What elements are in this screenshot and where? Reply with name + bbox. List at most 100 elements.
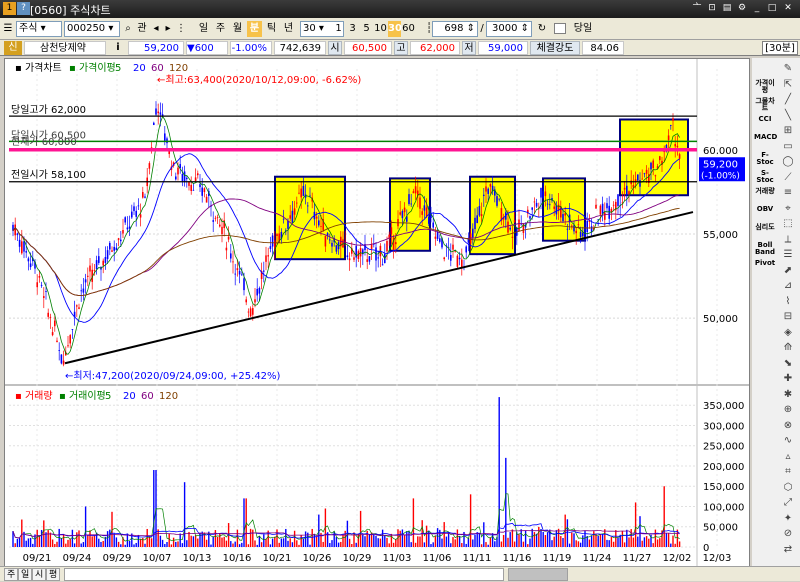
draw-tool-icon[interactable]: ◯ bbox=[780, 155, 796, 169]
indicator-2[interactable]: CCI bbox=[754, 116, 776, 123]
prev-arrow-icon[interactable]: ◂ bbox=[150, 21, 162, 37]
volume-bar bbox=[522, 541, 525, 547]
volume-y-tick: 200,000 bbox=[703, 462, 744, 473]
draw-tool-icon[interactable]: ⊟ bbox=[780, 310, 796, 324]
draw-tool-icon[interactable]: ⬡ bbox=[780, 481, 796, 495]
draw-tool-icon[interactable]: ⌇ bbox=[780, 295, 796, 309]
draw-tool-icon[interactable]: ⊞ bbox=[780, 124, 796, 138]
open-price: 60,500 bbox=[344, 41, 392, 55]
draw-tool-icon[interactable]: ▭ bbox=[780, 140, 796, 154]
draw-tool-icon[interactable]: ⟋ bbox=[780, 171, 796, 185]
period-tab-4[interactable]: 틱 bbox=[264, 21, 279, 37]
minimize-icon[interactable]: _ bbox=[750, 2, 764, 15]
draw-tool-icon[interactable]: ∿ bbox=[780, 434, 796, 448]
next-arrow-icon[interactable]: ▸ bbox=[162, 21, 174, 37]
draw-tool-icon[interactable]: ☰ bbox=[780, 248, 796, 262]
indicator-3[interactable]: MACD bbox=[754, 134, 777, 141]
quick-interval-5[interactable]: 5 bbox=[360, 21, 373, 37]
quick-interval-1[interactable]: 1 bbox=[332, 21, 345, 37]
period-tab-3[interactable]: 분 bbox=[247, 21, 262, 37]
print-icon[interactable]: ▤ bbox=[720, 2, 734, 15]
candle-body bbox=[458, 257, 461, 260]
scroll-track[interactable] bbox=[64, 568, 504, 581]
status-tab-3[interactable]: 평 bbox=[46, 568, 61, 581]
split-icon[interactable]: ⋮ bbox=[176, 21, 186, 37]
candle-body bbox=[131, 211, 133, 218]
draw-tool-icon[interactable]: ⊘ bbox=[780, 527, 796, 541]
quick-interval-30[interactable]: 30 bbox=[388, 21, 402, 37]
close-icon[interactable]: ✕ bbox=[781, 2, 795, 15]
draw-tool-icon[interactable]: ⟰ bbox=[780, 341, 796, 355]
market-select[interactable]: 주식 ▾ bbox=[16, 21, 62, 37]
draw-tool-icon[interactable]: ⊗ bbox=[780, 419, 796, 433]
period-tab-2[interactable]: 월 bbox=[230, 21, 245, 37]
draw-tool-icon[interactable]: ⬊ bbox=[780, 357, 796, 371]
draw-tool-icon[interactable]: ⬈ bbox=[780, 264, 796, 278]
relation-button[interactable]: 관 bbox=[135, 21, 149, 37]
chart-svg[interactable]: 60,000 55,000 50,000 350,000 300,000 250,000 2… bbox=[5, 59, 749, 569]
indicator-4[interactable]: F-Stoc bbox=[754, 152, 776, 166]
draw-tool-icon[interactable]: ◈ bbox=[780, 326, 796, 340]
draw-tool-icon[interactable]: ⊿ bbox=[780, 279, 796, 293]
volume-bar bbox=[476, 532, 478, 547]
display-count-input[interactable]: 698 ⇕ bbox=[432, 21, 478, 37]
draw-tool-icon[interactable]: ✚ bbox=[780, 372, 796, 386]
draw-tool-icon[interactable]: ⇄ bbox=[780, 543, 796, 557]
quick-interval-3[interactable]: 3 bbox=[346, 21, 359, 37]
settings-icon[interactable]: ⚙ bbox=[735, 2, 749, 15]
draw-tool-icon[interactable]: ✦ bbox=[780, 512, 796, 526]
period-tab-5[interactable]: 년 bbox=[281, 21, 296, 37]
candle-body bbox=[14, 224, 16, 236]
period-tab-0[interactable]: 일 bbox=[196, 21, 211, 37]
scroll-thumb[interactable] bbox=[508, 568, 568, 581]
draw-tool-icon[interactable]: ▵ bbox=[780, 450, 796, 464]
link-icon[interactable]: ⊡ bbox=[705, 2, 719, 15]
quick-interval-60[interactable]: 60 bbox=[402, 21, 415, 37]
indicator-9[interactable]: Boll Band bbox=[754, 242, 776, 256]
draw-tool-icon[interactable]: ⇱ bbox=[780, 78, 796, 92]
volume-bar bbox=[232, 543, 234, 547]
draw-tool-icon[interactable]: ≡ bbox=[780, 186, 796, 200]
indicator-1[interactable]: 그물차트 bbox=[754, 98, 776, 112]
candle-body bbox=[40, 284, 43, 286]
draw-tool-icon[interactable]: ╲ bbox=[780, 109, 796, 123]
indicator-5[interactable]: S-Stoc bbox=[754, 170, 776, 184]
indicator-7[interactable]: OBV bbox=[754, 206, 776, 213]
list-icon[interactable]: ☰ bbox=[2, 21, 14, 37]
candle-body bbox=[157, 111, 159, 114]
volume-bar bbox=[518, 534, 520, 547]
maximize-icon[interactable]: □ bbox=[765, 2, 779, 15]
chart-area[interactable]: 60,000 55,000 50,000 350,000 300,000 250,000 2… bbox=[4, 58, 750, 570]
draw-tool-icon[interactable]: ⌗ bbox=[780, 465, 796, 479]
volume-bar bbox=[617, 537, 619, 547]
stock-code-input[interactable]: 000250 ▾ bbox=[64, 21, 120, 37]
indicator-10[interactable]: Pivot bbox=[754, 260, 776, 267]
candle-body bbox=[192, 189, 195, 191]
info-button[interactable]: i bbox=[112, 41, 124, 55]
draw-tool-icon[interactable]: ╱ bbox=[780, 93, 796, 107]
total-count-input[interactable]: 3000 ⇕ bbox=[486, 21, 532, 37]
search-icon[interactable]: ⌕ bbox=[122, 21, 134, 37]
refresh-icon[interactable]: ↻ bbox=[536, 21, 548, 37]
draw-tool-icon[interactable]: ✱ bbox=[780, 388, 796, 402]
volume-bar bbox=[456, 529, 459, 547]
indicator-6[interactable]: 거래량 bbox=[754, 188, 776, 195]
status-tab-2[interactable]: 시 bbox=[32, 568, 47, 581]
draw-tool-icon[interactable]: ⊕ bbox=[780, 403, 796, 417]
quick-interval-10[interactable]: 10 bbox=[374, 21, 387, 37]
pin-icon[interactable]: 亠 bbox=[690, 2, 704, 15]
status-tab-0[interactable]: 주 bbox=[4, 568, 19, 581]
credit-badge: 신 bbox=[4, 41, 22, 55]
indicator-0[interactable]: 가격이평 bbox=[754, 80, 776, 94]
today-checkbox[interactable] bbox=[554, 23, 566, 34]
draw-tool-icon[interactable]: ⬚ bbox=[780, 217, 796, 231]
draw-tool-icon[interactable]: ⟂ bbox=[780, 233, 796, 247]
help-icon[interactable]: ? bbox=[17, 2, 30, 15]
draw-tool-icon[interactable]: ⌖ bbox=[780, 202, 796, 216]
status-tab-1[interactable]: 일 bbox=[18, 568, 33, 581]
draw-tool-icon[interactable]: ⤢ bbox=[780, 496, 796, 510]
volume-bar bbox=[285, 528, 287, 547]
draw-tool-icon[interactable]: ✎ bbox=[780, 62, 796, 76]
period-tab-1[interactable]: 주 bbox=[213, 21, 228, 37]
indicator-8[interactable]: 심리도 bbox=[754, 224, 776, 231]
